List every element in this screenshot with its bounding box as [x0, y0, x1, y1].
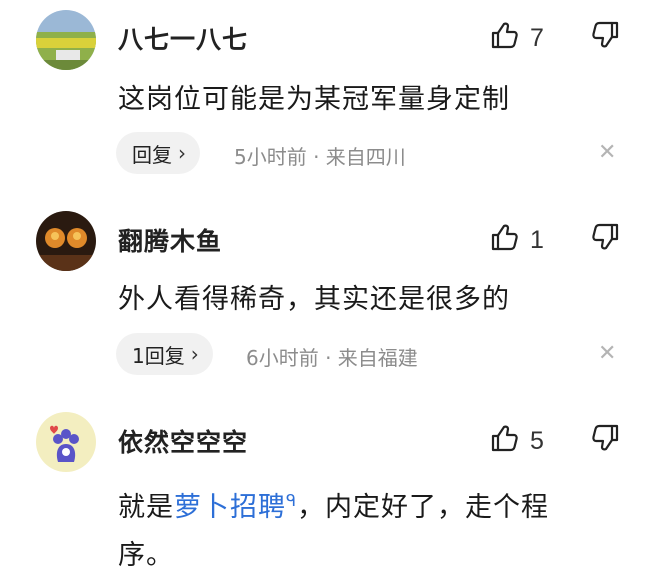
- comment-text: 就是萝卜招聘ᑫ，内定好了，走个程序。: [118, 477, 598, 580]
- dislike-button[interactable]: [590, 423, 620, 457]
- like-button[interactable]: 5: [490, 423, 544, 459]
- search-icon[interactable]: ᑫ: [286, 491, 297, 510]
- comment-meta: 5小时前 · 来自四川: [234, 145, 406, 169]
- dislike-button[interactable]: [590, 222, 620, 256]
- comment-text-part: 就是: [118, 492, 174, 523]
- avatar[interactable]: [36, 412, 96, 472]
- thumbs-down-icon: [590, 223, 620, 256]
- reply-label: 回复: [132, 142, 172, 167]
- avatar[interactable]: [36, 10, 96, 70]
- like-button[interactable]: 7: [490, 20, 544, 56]
- chevron-right-icon: ›: [190, 342, 199, 366]
- thumbs-up-icon: [490, 20, 520, 56]
- like-button[interactable]: 1: [490, 222, 544, 258]
- thumbs-up-icon: [490, 423, 520, 459]
- close-icon[interactable]: ✕: [598, 140, 616, 165]
- like-count: 7: [530, 23, 544, 52]
- avatar[interactable]: [36, 211, 96, 271]
- reply-label: 1回复: [132, 343, 185, 368]
- chevron-right-icon: ›: [178, 141, 186, 165]
- username[interactable]: 依然空空空: [118, 423, 248, 459]
- like-count: 5: [530, 426, 544, 455]
- search-link[interactable]: 萝卜招聘: [174, 492, 286, 523]
- comment-meta: 6小时前 · 来自福建: [246, 346, 418, 370]
- username[interactable]: 八七一八七: [118, 20, 248, 56]
- thumbs-down-icon: [590, 21, 620, 54]
- thumbs-up-icon: [490, 222, 520, 258]
- dislike-button[interactable]: [590, 20, 620, 54]
- thumbs-down-icon: [590, 424, 620, 457]
- comment-text: 这岗位可能是为某冠军量身定制: [118, 84, 510, 115]
- like-count: 1: [530, 225, 544, 254]
- reply-button[interactable]: 1回复 ›: [116, 333, 213, 375]
- comment-text: 外人看得稀奇，其实还是很多的: [118, 284, 510, 315]
- reply-button[interactable]: 回复 ›: [116, 132, 200, 174]
- username[interactable]: 翻腾木鱼: [118, 222, 222, 258]
- close-icon[interactable]: ✕: [598, 341, 616, 366]
